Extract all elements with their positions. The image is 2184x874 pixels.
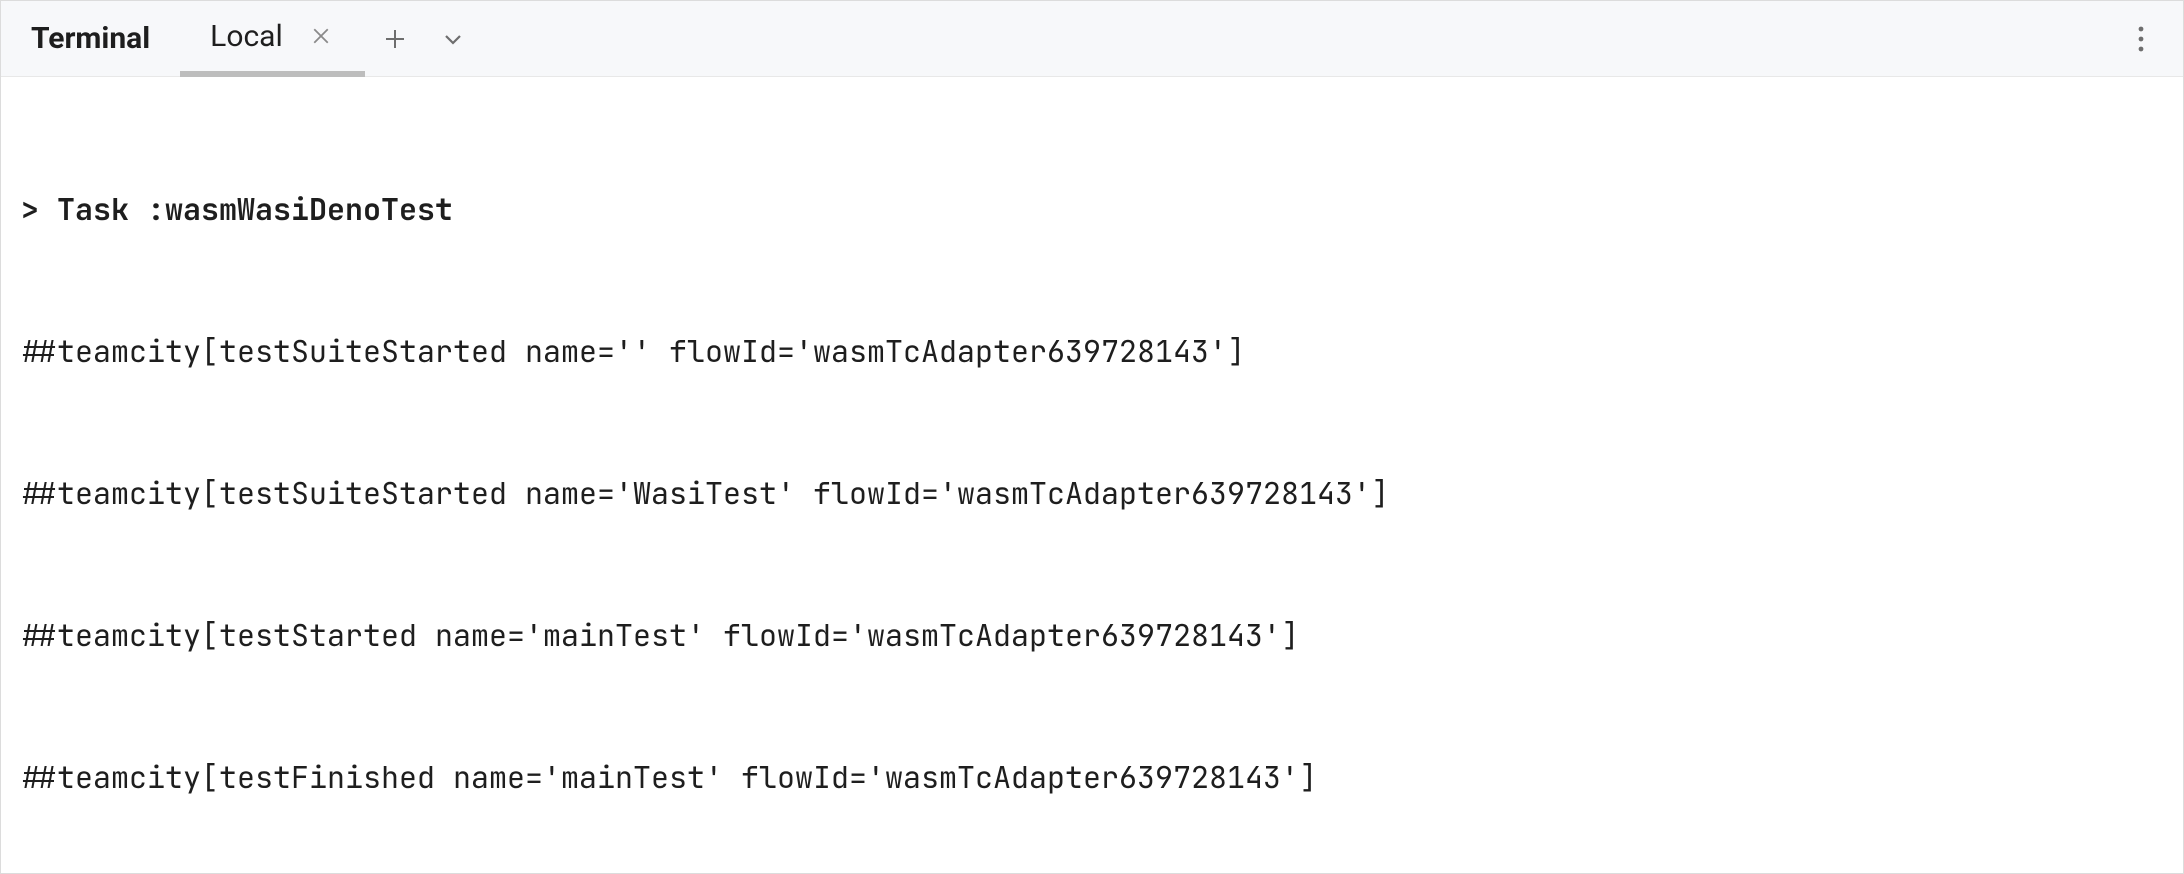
- terminal-panel-title[interactable]: Terminal: [1, 1, 180, 76]
- output-line: ##teamcity[testSuiteStarted name='' flow…: [21, 328, 2163, 375]
- close-icon[interactable]: [307, 22, 335, 50]
- tab-actions: [365, 19, 473, 59]
- output-line: ##teamcity[testStarted name='mainTest' f…: [21, 612, 2163, 659]
- terminal-title-label: Terminal: [31, 21, 150, 56]
- tab-local[interactable]: Local: [180, 2, 365, 77]
- output-line: ##teamcity[testFinished name='mainTest' …: [21, 754, 2163, 801]
- terminal-tab-bar: Terminal Local: [1, 1, 2183, 77]
- plus-icon[interactable]: [375, 19, 415, 59]
- more-vertical-icon[interactable]: [2121, 19, 2161, 59]
- chevron-down-icon[interactable]: [433, 19, 473, 59]
- terminal-output[interactable]: > Task :wasmWasiDenoTest ##teamcity[test…: [1, 77, 2183, 873]
- output-line: ##teamcity[testSuiteStarted name='WasiTe…: [21, 470, 2163, 517]
- tab-label: Local: [210, 19, 283, 54]
- task-line: > Task :wasmWasiDenoTest: [21, 186, 2163, 233]
- terminal-panel: Terminal Local: [0, 0, 2184, 874]
